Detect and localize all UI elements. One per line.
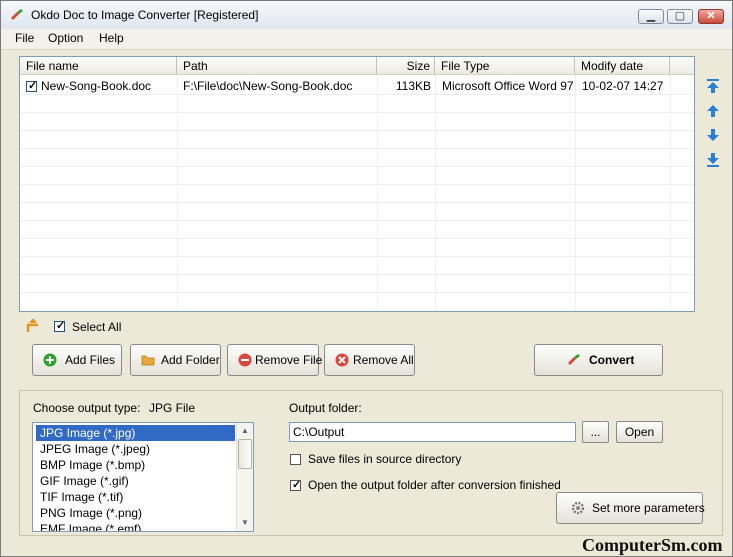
save-in-source-checkbox[interactable] [290, 454, 301, 465]
list-item[interactable]: PNG Image (*.png) [36, 505, 235, 521]
cell-file-name: New-Song-Book.doc [41, 79, 152, 93]
save-in-source-label: Save files in source directory [308, 452, 462, 466]
list-item[interactable]: BMP Image (*.bmp) [36, 457, 235, 473]
remove-icon [238, 353, 252, 367]
convert-button[interactable]: Convert [534, 344, 663, 376]
move-bottom-icon[interactable] [705, 152, 721, 168]
folder-icon [141, 355, 155, 366]
scroll-down-icon[interactable]: ▼ [237, 515, 253, 531]
move-top-icon[interactable] [705, 78, 721, 94]
convert-icon [568, 354, 580, 365]
output-folder-input[interactable]: C:\Output [289, 422, 576, 442]
app-window: Okdo Doc to Image Converter [Registered]… [0, 0, 733, 557]
column-header-path[interactable]: Path [177, 57, 377, 75]
list-item[interactable]: JPG Image (*.jpg) [36, 425, 235, 441]
checkmark-icon: ✓ [28, 80, 38, 92]
open-button[interactable]: Open [616, 421, 663, 443]
cell-path: F:\File\doc\New-Song-Book.doc [183, 79, 353, 93]
add-folder-button[interactable]: Add Folder [130, 344, 221, 376]
title-bar: Okdo Doc to Image Converter [Registered]… [1, 1, 732, 30]
file-list[interactable]: File name Path Size File Type Modify dat… [19, 56, 695, 312]
close-icon: ✕ [706, 10, 716, 22]
add-files-button[interactable]: Add Files [32, 344, 122, 376]
remove-all-button[interactable]: Remove All [324, 344, 415, 376]
output-type-label: Choose output type: [33, 401, 141, 415]
window-title: Okdo Doc to Image Converter [Registered] [31, 8, 259, 22]
list-item[interactable]: TIF Image (*.tif) [36, 489, 235, 505]
gear-icon [571, 501, 585, 515]
remove-file-label: Remove File [255, 353, 323, 367]
up-folder-icon[interactable] [26, 319, 44, 333]
cell-file-type: Microsoft Office Word 97... [442, 79, 574, 93]
remove-file-button[interactable]: Remove File [227, 344, 323, 376]
add-files-label: Add Files [65, 353, 116, 367]
output-folder-label: Output folder: [289, 401, 362, 415]
add-icon [43, 353, 57, 367]
column-header-filler [670, 57, 694, 75]
column-header-file-name[interactable]: File name [20, 57, 177, 75]
add-folder-label: Add Folder [161, 353, 220, 367]
listbox-scrollbar[interactable]: ▲ ▼ [236, 423, 253, 531]
menu-bar: File Option Help [1, 29, 732, 50]
remove-all-label: Remove All [353, 353, 414, 367]
open-after-checkbox[interactable]: ✓ [290, 479, 302, 491]
open-after-label: Open the output folder after conversion … [308, 478, 561, 492]
browse-button[interactable]: ... [582, 421, 609, 443]
cell-modify-date: 10-02-07 14:27 [582, 79, 664, 93]
list-item[interactable]: EMF Image (*.emf) [36, 521, 235, 531]
column-header-size[interactable]: Size [377, 57, 435, 75]
select-all-checkbox[interactable]: ✓ [54, 320, 66, 332]
checkmark-icon: ✓ [292, 479, 302, 491]
column-header-file-type[interactable]: File Type [435, 57, 575, 75]
minimize-icon: ▁ [646, 10, 656, 22]
checkmark-icon: ✓ [56, 320, 66, 332]
select-all-label: Select All [72, 320, 122, 334]
cell-size: 113KB [395, 79, 431, 93]
output-type-value: JPG File [149, 401, 196, 415]
row-checkbox[interactable]: ✓ [26, 80, 38, 92]
scroll-up-icon[interactable]: ▲ [237, 423, 253, 439]
convert-label: Convert [589, 353, 635, 367]
column-header-modify-date[interactable]: Modify date [575, 57, 670, 75]
scroll-thumb[interactable] [238, 439, 252, 469]
move-up-icon[interactable] [705, 103, 721, 119]
minimize-button[interactable]: ▁ [638, 9, 664, 24]
app-icon [11, 9, 23, 20]
close-button[interactable]: ✕ [698, 9, 724, 24]
menu-file[interactable]: File [15, 31, 34, 45]
menu-help[interactable]: Help [99, 31, 124, 45]
output-type-listbox[interactable]: JPG Image (*.jpg) JPEG Image (*.jpeg) BM… [32, 422, 254, 532]
watermark-text: ComputerSm.com [582, 535, 723, 555]
list-item[interactable]: GIF Image (*.gif) [36, 473, 235, 489]
maximize-icon: ▢ [674, 10, 686, 22]
menu-option[interactable]: Option [48, 31, 83, 45]
remove-all-icon [335, 353, 349, 367]
set-more-parameters-button[interactable]: Set more parameters [556, 492, 705, 524]
list-item[interactable]: JPEG Image (*.jpeg) [36, 441, 235, 457]
set-more-parameters-label: Set more parameters [592, 501, 705, 515]
maximize-button[interactable]: ▢ [667, 9, 693, 24]
move-down-icon[interactable] [705, 127, 721, 143]
